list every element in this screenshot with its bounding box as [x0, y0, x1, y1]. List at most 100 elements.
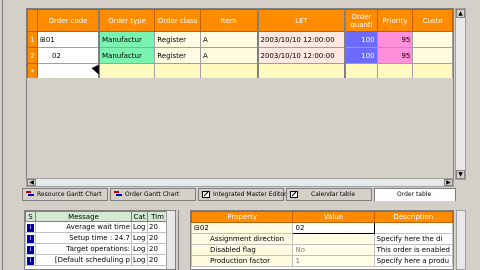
cell-customer[interactable]	[412, 31, 453, 48]
property-group-desc	[373, 222, 454, 234]
col-header-order-type[interactable]: Order type	[98, 9, 156, 32]
property-value[interactable]	[292, 233, 375, 245]
tab-label: Integrated Master Editor	[213, 191, 287, 198]
row-number[interactable]: 2	[27, 47, 38, 64]
cell-order-code[interactable]: ⊞01	[36, 31, 100, 48]
col-header-item[interactable]: Item	[199, 9, 259, 32]
table-row[interactable]: 1 ⊞01 Manufactur Register A 2003/10/10 1…	[27, 31, 453, 48]
tab-integrated-master-editor[interactable]: Integrated Master Editor	[198, 188, 287, 201]
cell-order-type[interactable]: Manufactur	[98, 31, 156, 48]
property-row[interactable]: Disabled flag No This order is enabled	[190, 244, 454, 256]
scroll-up-icon[interactable]: ▲	[456, 9, 465, 18]
col-header-category[interactable]: Cat	[131, 211, 148, 222]
message-category: Log	[131, 232, 148, 244]
tab-resource-gantt[interactable]: Resource Gantt Chart	[22, 188, 108, 201]
message-category: Log	[131, 254, 148, 266]
property-scrollbar[interactable]	[456, 210, 466, 270]
cell-item[interactable]: A	[199, 31, 259, 48]
property-row[interactable]: Production factor 1 Specify here a produ	[190, 255, 454, 267]
message-time: 20	[147, 232, 168, 244]
message-text: Setup time : 24.7	[35, 232, 132, 244]
grid-horizontal-scrollbar[interactable]: ◀ ▶	[26, 178, 454, 187]
view-tabs: Resource Gantt Chart Order Gantt Chart I…	[20, 188, 460, 202]
list-item[interactable]: i Setup time : 24.7 Log 20	[25, 232, 168, 244]
message-category: Log	[131, 243, 148, 255]
col-header-time[interactable]: Tim	[147, 211, 168, 222]
list-item[interactable]: i Average wait time Log 20	[25, 221, 168, 233]
message-time: 20	[147, 254, 168, 266]
property-value[interactable]: 1	[292, 255, 375, 267]
property-group-name[interactable]: ⊟02	[190, 222, 294, 234]
list-item[interactable]: i Target operations: Log 20	[25, 243, 168, 255]
cell-order-type[interactable]: Manufactur	[98, 47, 156, 64]
col-header-value[interactable]: Value	[292, 211, 375, 223]
cell-let[interactable]: 2003/10/10 12:00:00	[257, 31, 347, 48]
property-name: Disabled flag	[190, 244, 294, 256]
corner-cell[interactable]	[27, 9, 38, 32]
message-category: Log	[131, 221, 148, 233]
info-icon: i	[27, 234, 34, 243]
cell-order-quantity[interactable]: 100	[344, 31, 378, 48]
property-name: Assignment direction	[190, 233, 294, 245]
col-header-let[interactable]: LET	[257, 9, 347, 32]
property-description: This order is enabled	[373, 244, 454, 256]
col-header-order-class[interactable]: Order class	[154, 9, 201, 32]
property-table: Property Value Description ⊟02 02 Assign…	[190, 211, 454, 267]
message-scrollbar[interactable]	[166, 211, 175, 269]
property-panel[interactable]: Property Value Description ⊟02 02 Assign…	[190, 210, 454, 270]
cell-order-class[interactable]: Register	[154, 47, 201, 64]
property-description: Specify here a produ	[373, 255, 454, 267]
message-text: Average wait time	[35, 221, 132, 233]
editor-icon	[202, 191, 210, 198]
tab-label: Resource Gantt Chart	[37, 191, 102, 198]
cell-priority[interactable]: 95	[376, 31, 414, 48]
list-item[interactable]: i [Default scheduling p Log 20	[25, 254, 168, 266]
message-table: S Message Cat Tim i Average wait time Lo…	[25, 211, 168, 266]
info-icon: i	[27, 256, 34, 265]
property-group-row[interactable]: ⊟02 02	[190, 222, 454, 234]
order-grid: Order code Order type Order class Item L…	[27, 9, 453, 80]
tab-label: Order Gantt Chart	[125, 191, 180, 198]
row-number[interactable]: 1	[27, 31, 38, 48]
tab-label: Calendar table	[311, 191, 356, 198]
col-header-property[interactable]: Property	[190, 211, 294, 223]
cell-order-quantity[interactable]: 100	[344, 47, 378, 64]
col-header-order-code[interactable]: Order code	[36, 9, 100, 32]
col-header-priority[interactable]: Priority	[376, 9, 414, 32]
col-header-message[interactable]: Message	[35, 211, 132, 222]
property-description: Specify here the di	[373, 233, 454, 245]
scroll-right-icon[interactable]: ▶	[444, 179, 453, 186]
table-row[interactable]: 2 02 Manufactur Register A 2003/10/10 12…	[27, 47, 453, 64]
grid-vertical-scrollbar[interactable]: ▲ ▼	[455, 8, 466, 180]
property-row[interactable]: Assignment direction Specify here the di	[190, 233, 454, 245]
cell-item[interactable]: A	[199, 47, 259, 64]
scroll-left-icon[interactable]: ◀	[27, 179, 36, 186]
tab-order-gantt[interactable]: Order Gantt Chart	[110, 188, 196, 201]
col-header-status[interactable]: S	[25, 211, 36, 222]
cell-order-class[interactable]: Register	[154, 31, 201, 48]
tab-calendar-table[interactable]: Calendar table	[286, 188, 372, 201]
property-group-value[interactable]: 02	[292, 222, 375, 234]
message-text: [Default scheduling p	[35, 254, 132, 266]
panel-splitter[interactable]	[178, 210, 186, 270]
col-header-customer[interactable]: Custo	[412, 9, 453, 32]
tab-label: Order table	[397, 191, 432, 198]
message-text: Target operations:	[35, 243, 132, 255]
scroll-down-icon[interactable]: ▼	[456, 170, 465, 179]
col-header-description[interactable]: Description	[373, 211, 454, 223]
cell-order-code[interactable]: 02	[36, 47, 100, 64]
cell-let[interactable]: 2003/10/10 12:00:00	[257, 47, 347, 64]
order-table[interactable]: Order code Order type Order class Item L…	[26, 8, 454, 80]
property-value[interactable]: No	[292, 244, 375, 256]
col-header-order-quantity[interactable]: Order quanti	[344, 9, 378, 32]
grid-empty-area	[26, 78, 454, 178]
tab-order-table[interactable]: Order table	[374, 188, 456, 201]
cell-customer[interactable]	[412, 47, 453, 64]
property-name: Production factor	[190, 255, 294, 267]
cell-priority[interactable]: 95	[376, 47, 414, 64]
window-edge	[0, 0, 3, 270]
message-panel[interactable]: S Message Cat Tim i Average wait time Lo…	[24, 210, 176, 270]
info-icon: i	[27, 223, 34, 232]
gantt-icon	[26, 191, 34, 198]
gantt-icon	[114, 191, 122, 198]
